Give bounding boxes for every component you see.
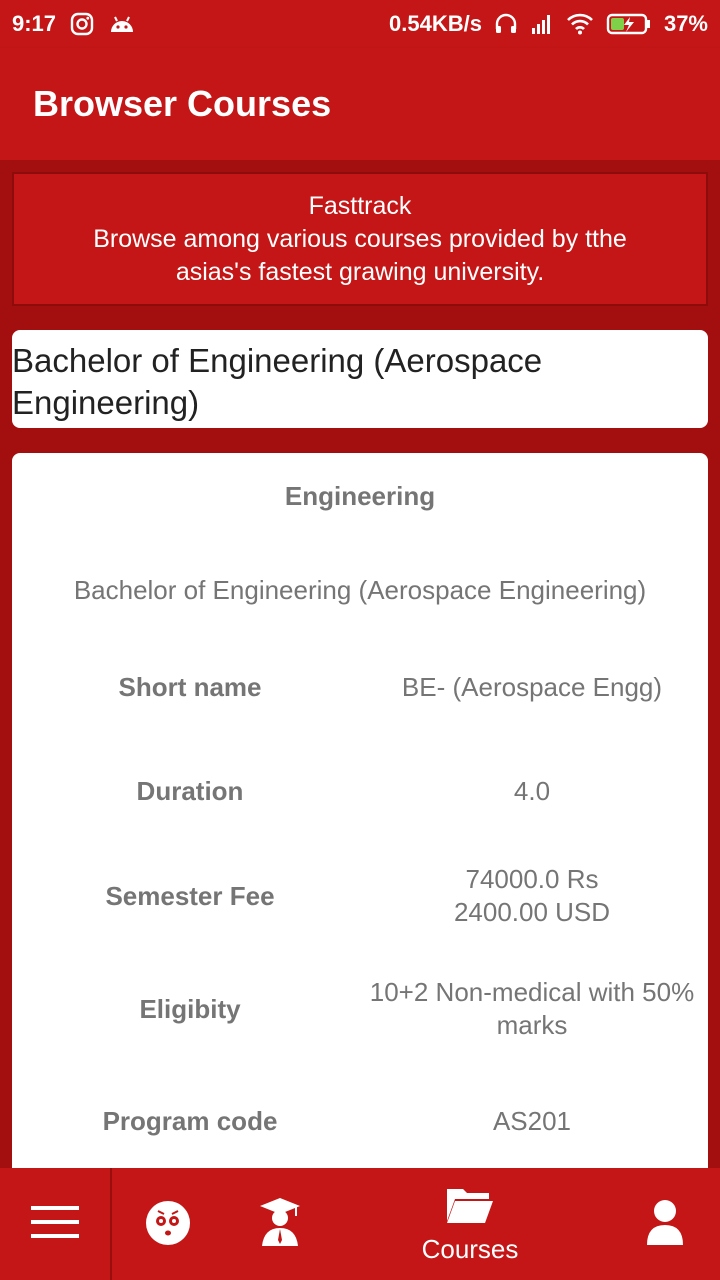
detail-row-semester-fee: Semester Fee 74000.0 Rs 2400.00 USD	[12, 863, 708, 929]
instagram-icon	[70, 12, 94, 36]
network-speed: 0.54KB/s	[389, 11, 482, 36]
headphones-icon	[494, 12, 518, 36]
detail-label: Semester Fee	[105, 880, 275, 911]
detail-row-short-name: Short name BE- (Aerospace Engg)	[12, 671, 708, 704]
detail-label: Program code	[102, 1106, 278, 1136]
android-icon	[108, 14, 136, 34]
course-title: Bachelor of Engineering (Aerospace Engin…	[12, 342, 543, 421]
detail-value: AS201	[492, 1106, 572, 1136]
detail-value: 4.0	[513, 776, 551, 806]
nav-mascot-button[interactable]	[128, 1168, 208, 1280]
nav-courses-button[interactable]: Courses	[400, 1168, 540, 1280]
course-category: Engineering	[284, 481, 436, 511]
detail-row-program-code: Program code AS201	[12, 1105, 708, 1138]
wifi-icon	[566, 13, 594, 35]
folder-icon	[445, 1183, 495, 1230]
detail-value: BE- (Aerospace Engg)	[401, 672, 663, 702]
course-details-card: Engineering Bachelor of Engineering (Aer…	[12, 453, 708, 1193]
info-banner: Fasttrack Browse among various courses p…	[12, 172, 708, 306]
banner-description: Browse among various courses provided by…	[93, 224, 627, 286]
detail-label: Duration	[136, 776, 244, 806]
content-area[interactable]: Fasttrack Browse among various courses p…	[0, 160, 720, 1193]
banner-title: Fasttrack	[308, 191, 412, 220]
page-title: Browser Courses	[33, 83, 332, 124]
mascot-face-icon	[144, 1197, 192, 1252]
status-bar: 9:17 0.54KB/s 37%	[0, 0, 720, 48]
battery-icon	[606, 13, 652, 35]
app-bar: Browser Courses	[0, 48, 720, 160]
course-full-name: Bachelor of Engineering (Aerospace Engin…	[73, 575, 647, 605]
detail-value: 10+2 Non-medical with 50% marks	[369, 977, 695, 1040]
nav-graduate-button[interactable]	[240, 1168, 320, 1280]
detail-row-eligibility: Eligibity 10+2 Non-medical with 50% mark…	[12, 976, 708, 1042]
graduate-icon	[258, 1196, 302, 1253]
detail-label: Eligibity	[139, 993, 241, 1024]
battery-percent: 37%	[663, 11, 708, 36]
nav-divider	[110, 1168, 112, 1280]
status-time: 9:17	[12, 11, 57, 36]
fee-inr: 74000.0 Rs	[465, 864, 599, 894]
detail-label: Short name	[118, 672, 262, 702]
nav-courses-label: Courses	[421, 1234, 519, 1264]
detail-value: 74000.0 Rs 2400.00 USD	[368, 863, 696, 929]
menu-icon	[30, 1204, 80, 1245]
profile-icon	[645, 1197, 685, 1252]
bottom-nav: Courses	[0, 1168, 720, 1280]
detail-row-duration: Duration 4.0	[12, 775, 708, 808]
fee-usd: 2400.00 USD	[453, 897, 611, 927]
course-title-card[interactable]: Bachelor of Engineering (Aerospace Engin…	[12, 330, 708, 428]
nav-menu-button[interactable]	[0, 1168, 110, 1280]
nav-profile-button[interactable]	[625, 1168, 705, 1280]
signal-icon	[530, 13, 554, 35]
